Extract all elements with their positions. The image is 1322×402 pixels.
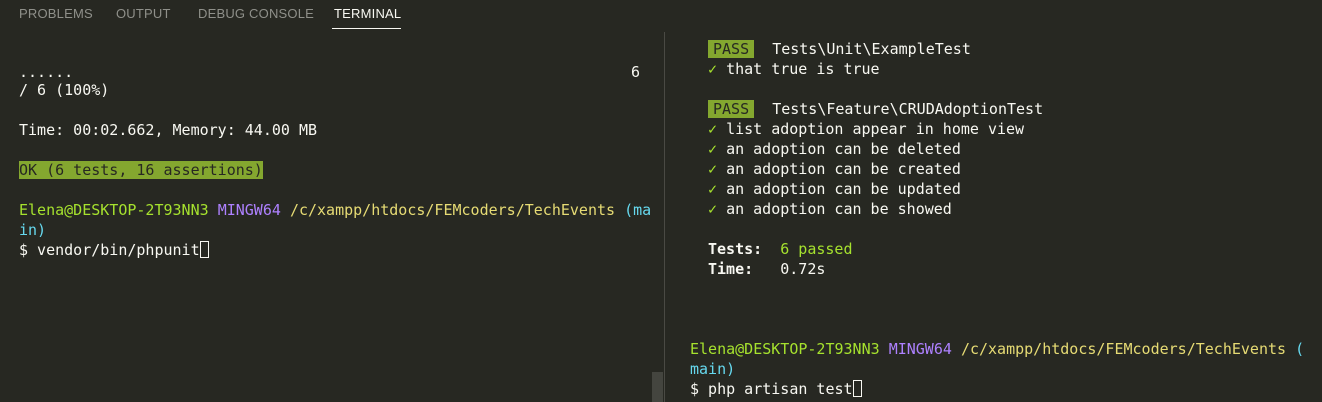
terminal-pane-right[interactable]: PASS Tests\Unit\ExampleTest ✓ that true …: [666, 32, 1322, 402]
check-icon: ✓: [708, 160, 718, 178]
test-result: ✓ an adoption can be showed: [708, 199, 952, 219]
suite-header-2: PASS Tests\Feature\CRUDAdoptionTest: [708, 99, 1043, 119]
prompt-user: Elena@DESKTOP-2T93NN3: [690, 340, 880, 358]
suite-name: Tests\Feature\CRUDAdoptionTest: [772, 100, 1044, 118]
suite-name: Tests\Unit\ExampleTest: [772, 40, 971, 58]
command-text: $ php artisan test: [690, 380, 853, 398]
summary-tests-value: 6 passed: [780, 240, 853, 258]
prompt-user: Elena@DESKTOP-2T93NN3: [19, 201, 209, 219]
tab-problems[interactable]: PROBLEMS: [19, 6, 93, 21]
test-name: an adoption can be deleted: [726, 140, 961, 158]
tab-terminal[interactable]: TERMINAL: [334, 6, 401, 21]
check-icon: ✓: [708, 120, 718, 138]
prompt-env: MINGW64: [217, 201, 281, 219]
prompt-line: Elena@DESKTOP-2T93NN3 MINGW64 /c/xampp/h…: [690, 339, 1304, 359]
test-result: ✓ list adoption appear in home view: [708, 119, 1024, 139]
test-name: an adoption can be updated: [726, 180, 961, 198]
command-text: $ vendor/bin/phpunit: [19, 241, 200, 259]
check-icon: ✓: [708, 140, 718, 158]
test-result: ✓ an adoption can be deleted: [708, 139, 961, 159]
summary-tests: Tests: 6 passed: [708, 239, 853, 259]
test-result: ✓ an adoption can be created: [708, 159, 961, 179]
prompt-branch: (: [1295, 340, 1305, 358]
check-icon: ✓: [708, 180, 718, 198]
test-name: an adoption can be created: [726, 160, 961, 178]
tab-debug-console[interactable]: DEBUG CONSOLE: [198, 6, 314, 21]
prompt-path: /c/xampp/htdocs/FEMcoders/TechEvents: [289, 201, 616, 219]
test-name: list adoption appear in home view: [726, 120, 1025, 138]
time-memory-line: Time: 00:02.662, Memory: 44.00 MB: [19, 121, 318, 139]
test-name: an adoption can be showed: [726, 200, 952, 218]
test-result: ✓ that true is true: [708, 59, 880, 79]
summary-tests-label: Tests:: [708, 240, 763, 258]
prompt-env: MINGW64: [888, 340, 952, 358]
prompt-line-wrap: in): [19, 220, 46, 240]
prompt-branch: (ma: [624, 201, 652, 219]
pass-badge: PASS: [708, 100, 755, 118]
command-line[interactable]: $ php artisan test: [690, 379, 862, 399]
prompt-branch-wrap: main): [690, 360, 736, 378]
prompt-line-wrap: main): [690, 359, 735, 379]
pane-divider[interactable]: [664, 32, 665, 402]
active-tab-indicator: [332, 28, 401, 29]
text-cursor: [199, 241, 209, 258]
progress-percent: / 6 (100%): [19, 81, 110, 99]
summary-time-label: Time:: [708, 260, 754, 278]
summary-time-value: 0.72s: [780, 260, 826, 278]
progress-dots: ......: [19, 63, 74, 81]
text-cursor: [852, 380, 862, 397]
panel-tab-bar: PROBLEMS OUTPUT DEBUG CONSOLE TERMINAL: [0, 0, 1322, 32]
progress-count: 6: [631, 63, 641, 81]
prompt-path: /c/xampp/htdocs/FEMcoders/TechEvents: [960, 340, 1287, 358]
scrollbar-thumb[interactable]: [652, 372, 663, 402]
prompt-branch-wrap: in): [19, 221, 47, 239]
terminal-pane-left[interactable]: ...... 6 / 6 (100%) Time: 00:02.662, Mem…: [0, 32, 664, 402]
suite-header-1: PASS Tests\Unit\ExampleTest: [708, 39, 971, 59]
command-line[interactable]: $ vendor/bin/phpunit: [19, 240, 209, 260]
tab-output[interactable]: OUTPUT: [116, 6, 171, 21]
summary-time: Time: 0.72s: [708, 259, 825, 279]
check-icon: ✓: [708, 200, 718, 218]
prompt-line: Elena@DESKTOP-2T93NN3 MINGW64 /c/xampp/h…: [19, 200, 651, 220]
ok-summary: OK (6 tests, 16 assertions): [19, 160, 263, 180]
test-name: that true is true: [726, 60, 880, 78]
pass-badge: PASS: [708, 40, 755, 58]
test-result: ✓ an adoption can be updated: [708, 179, 961, 199]
ok-summary-text: OK (6 tests, 16 assertions): [19, 161, 263, 179]
check-icon: ✓: [708, 60, 718, 78]
